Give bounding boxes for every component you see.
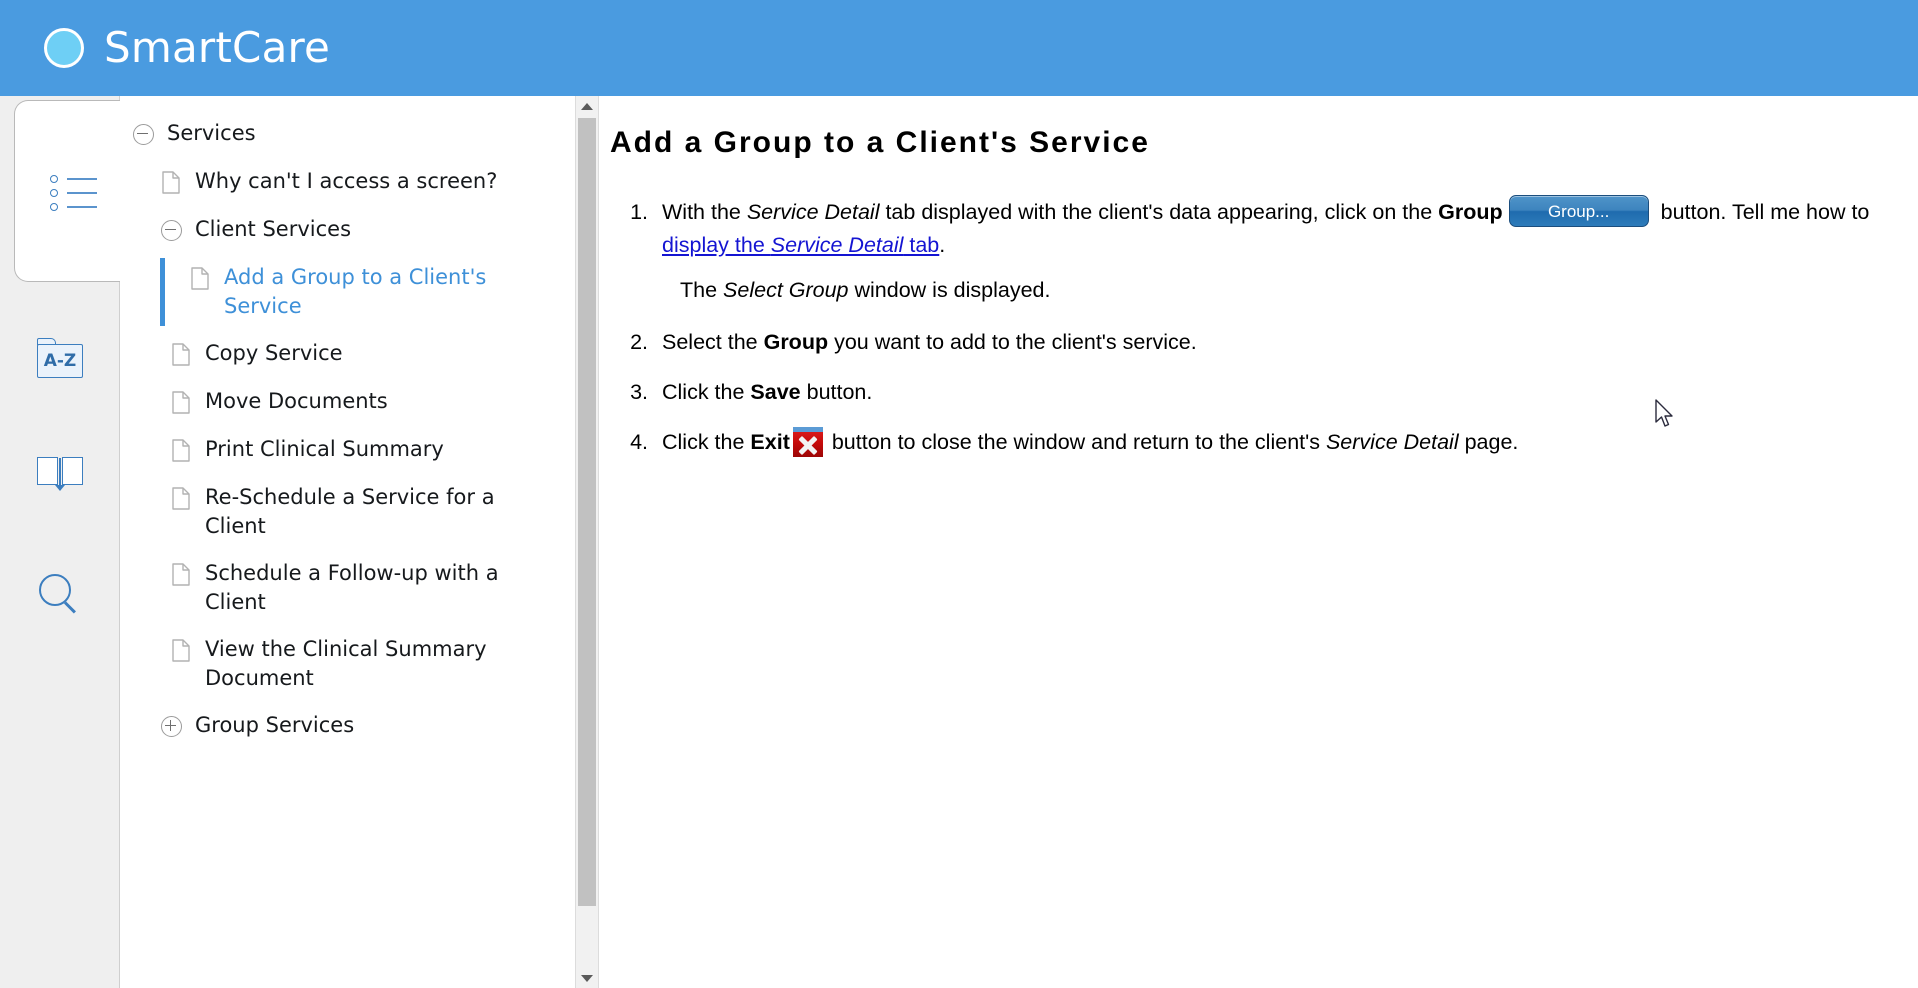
- toc-item-label: Add a Group to a Client's Service: [224, 265, 487, 318]
- document-icon: [187, 263, 213, 293]
- step-text: button to close the window and return to…: [825, 430, 1326, 455]
- rail-tab-glossary[interactable]: [0, 444, 120, 504]
- page-title: Add a Group to a Client's Service: [610, 126, 1150, 159]
- toc-item-2[interactable]: Client Services: [120, 206, 575, 254]
- step-body: With the Service Detail tab displayed wi…: [662, 195, 1870, 258]
- toc-item-label: Why can't I access a screen?: [195, 169, 498, 193]
- document-icon: [168, 635, 194, 665]
- toc-item-6[interactable]: Print Clinical Summary: [120, 426, 575, 474]
- toc-sidebar: Services Why can't I access a screen? Clie…: [120, 96, 575, 988]
- rail-tab-index[interactable]: A-Z: [0, 328, 120, 388]
- rail-tab-search[interactable]: [0, 564, 120, 624]
- step-item: Click the Exit button to close the windo…: [654, 426, 1878, 458]
- step-text: button.: [800, 380, 873, 405]
- step-text: .: [939, 233, 946, 258]
- brand-title: SmartCare: [104, 23, 331, 72]
- magnifier-search-icon: [37, 572, 83, 616]
- link-text-emphasis: Service Detail: [770, 233, 904, 258]
- document-icon: [168, 483, 194, 513]
- toc-list-icon: [50, 175, 100, 211]
- step-item: Select the Group you want to add to the …: [654, 326, 1878, 358]
- step-text: Click the: [662, 430, 751, 455]
- document-icon: [168, 339, 194, 369]
- toc-item-9[interactable]: View the Clinical Summary Document: [120, 626, 575, 702]
- service-detail-tab-link[interactable]: display the Service Detail tab: [662, 233, 939, 257]
- link-text-prefix: display the: [662, 233, 771, 258]
- toc-item-8[interactable]: Schedule a Follow-up with a Client: [120, 550, 575, 626]
- toc-item-4[interactable]: Copy Service: [120, 330, 575, 378]
- step-text: you want to add to the client's service.: [828, 329, 1197, 354]
- toc-item-label: Print Clinical Summary: [205, 437, 444, 461]
- step-item: With the Service Detail tab displayed wi…: [654, 195, 1878, 306]
- step-text: With the: [662, 200, 747, 224]
- document-icon: [168, 559, 194, 589]
- document-icon: [168, 435, 194, 465]
- step-body: Select the Group you want to add to the …: [662, 330, 1197, 354]
- toc-item-10[interactable]: Group Services: [120, 702, 575, 750]
- step-text: tab displayed with the client's data app…: [879, 200, 1439, 224]
- toc-item-label: Group Services: [195, 713, 355, 737]
- app-header: SmartCare: [0, 0, 1918, 96]
- step-text: page.: [1458, 430, 1519, 455]
- step-body: Click the Save button.: [662, 380, 872, 404]
- exit-red-x-icon[interactable]: [792, 426, 823, 457]
- step-item: Click the Save button.: [654, 376, 1878, 408]
- step-text: Select the: [662, 329, 764, 354]
- steps-list: With the Service Detail tab displayed wi…: [610, 195, 1878, 459]
- main-content: Add a Group to a Client's Service With t…: [600, 96, 1918, 988]
- strong-text: Group: [1438, 200, 1503, 224]
- toc-item-label: Schedule a Follow-up with a Client: [205, 561, 499, 614]
- toc-item-label: Client Services: [195, 217, 352, 241]
- toc-list-icon-slot: [15, 162, 135, 222]
- scroll-up-arrow-icon[interactable]: [576, 96, 598, 116]
- left-icon-rail: A-Z: [0, 96, 134, 988]
- scrollbar-thumb[interactable]: [578, 118, 596, 906]
- step-body: Click the Exit button to close the windo…: [662, 426, 1519, 457]
- application-window: SmartCare A-Z Services Why can't I acces…: [0, 0, 1918, 988]
- step-text: button. Tell me how to: [1654, 200, 1870, 224]
- step-text: Click the: [662, 380, 751, 405]
- emphasis-text: Service Detail: [1325, 430, 1459, 455]
- toc-item-3[interactable]: Add a Group to a Client's Service: [120, 254, 575, 330]
- strong-text: Group: [763, 329, 829, 354]
- toc-item-label: View the Clinical Summary Document: [205, 637, 487, 690]
- step-note: The Select Group window is displayed.: [680, 274, 1878, 306]
- emphasis-text: Select Group: [723, 277, 849, 302]
- toc-scrollbar[interactable]: [575, 96, 599, 988]
- toc-tree: Services Why can't I access a screen? Clie…: [120, 96, 575, 750]
- toc-item-label: Re-Schedule a Service for a Client: [205, 485, 495, 538]
- a-z-folder-label: A-Z: [37, 344, 83, 378]
- minus-circle-icon: [158, 215, 184, 245]
- strong-text: Save: [750, 380, 801, 405]
- document-icon: [168, 387, 194, 417]
- open-book-icon: [37, 457, 83, 491]
- toc-item-label: Services: [167, 121, 256, 145]
- toc-item-label: Move Documents: [205, 389, 388, 413]
- toc-item-1[interactable]: Why can't I access a screen?: [120, 158, 575, 206]
- document-icon: [158, 167, 184, 197]
- minus-circle-icon: [130, 119, 156, 149]
- toc-item-7[interactable]: Re-Schedule a Service for a Client: [120, 474, 575, 550]
- scroll-down-arrow-icon[interactable]: [576, 968, 598, 988]
- strong-text: Exit: [750, 430, 790, 455]
- emphasis-text: Service Detail: [746, 200, 880, 224]
- note-text: window is displayed.: [848, 277, 1051, 302]
- toc-item-0[interactable]: Services: [120, 110, 575, 158]
- toc-item-5[interactable]: Move Documents: [120, 378, 575, 426]
- circle-logo-icon: [44, 28, 84, 68]
- toc-item-label: Copy Service: [205, 341, 343, 365]
- note-text: The: [680, 277, 724, 302]
- group-button-graphic[interactable]: Group...: [1508, 195, 1649, 228]
- rail-tab-contents[interactable]: [14, 100, 134, 282]
- a-z-folder-icon: A-Z: [37, 338, 83, 378]
- plus-circle-icon: [158, 711, 184, 741]
- link-text-suffix: tab: [903, 233, 940, 258]
